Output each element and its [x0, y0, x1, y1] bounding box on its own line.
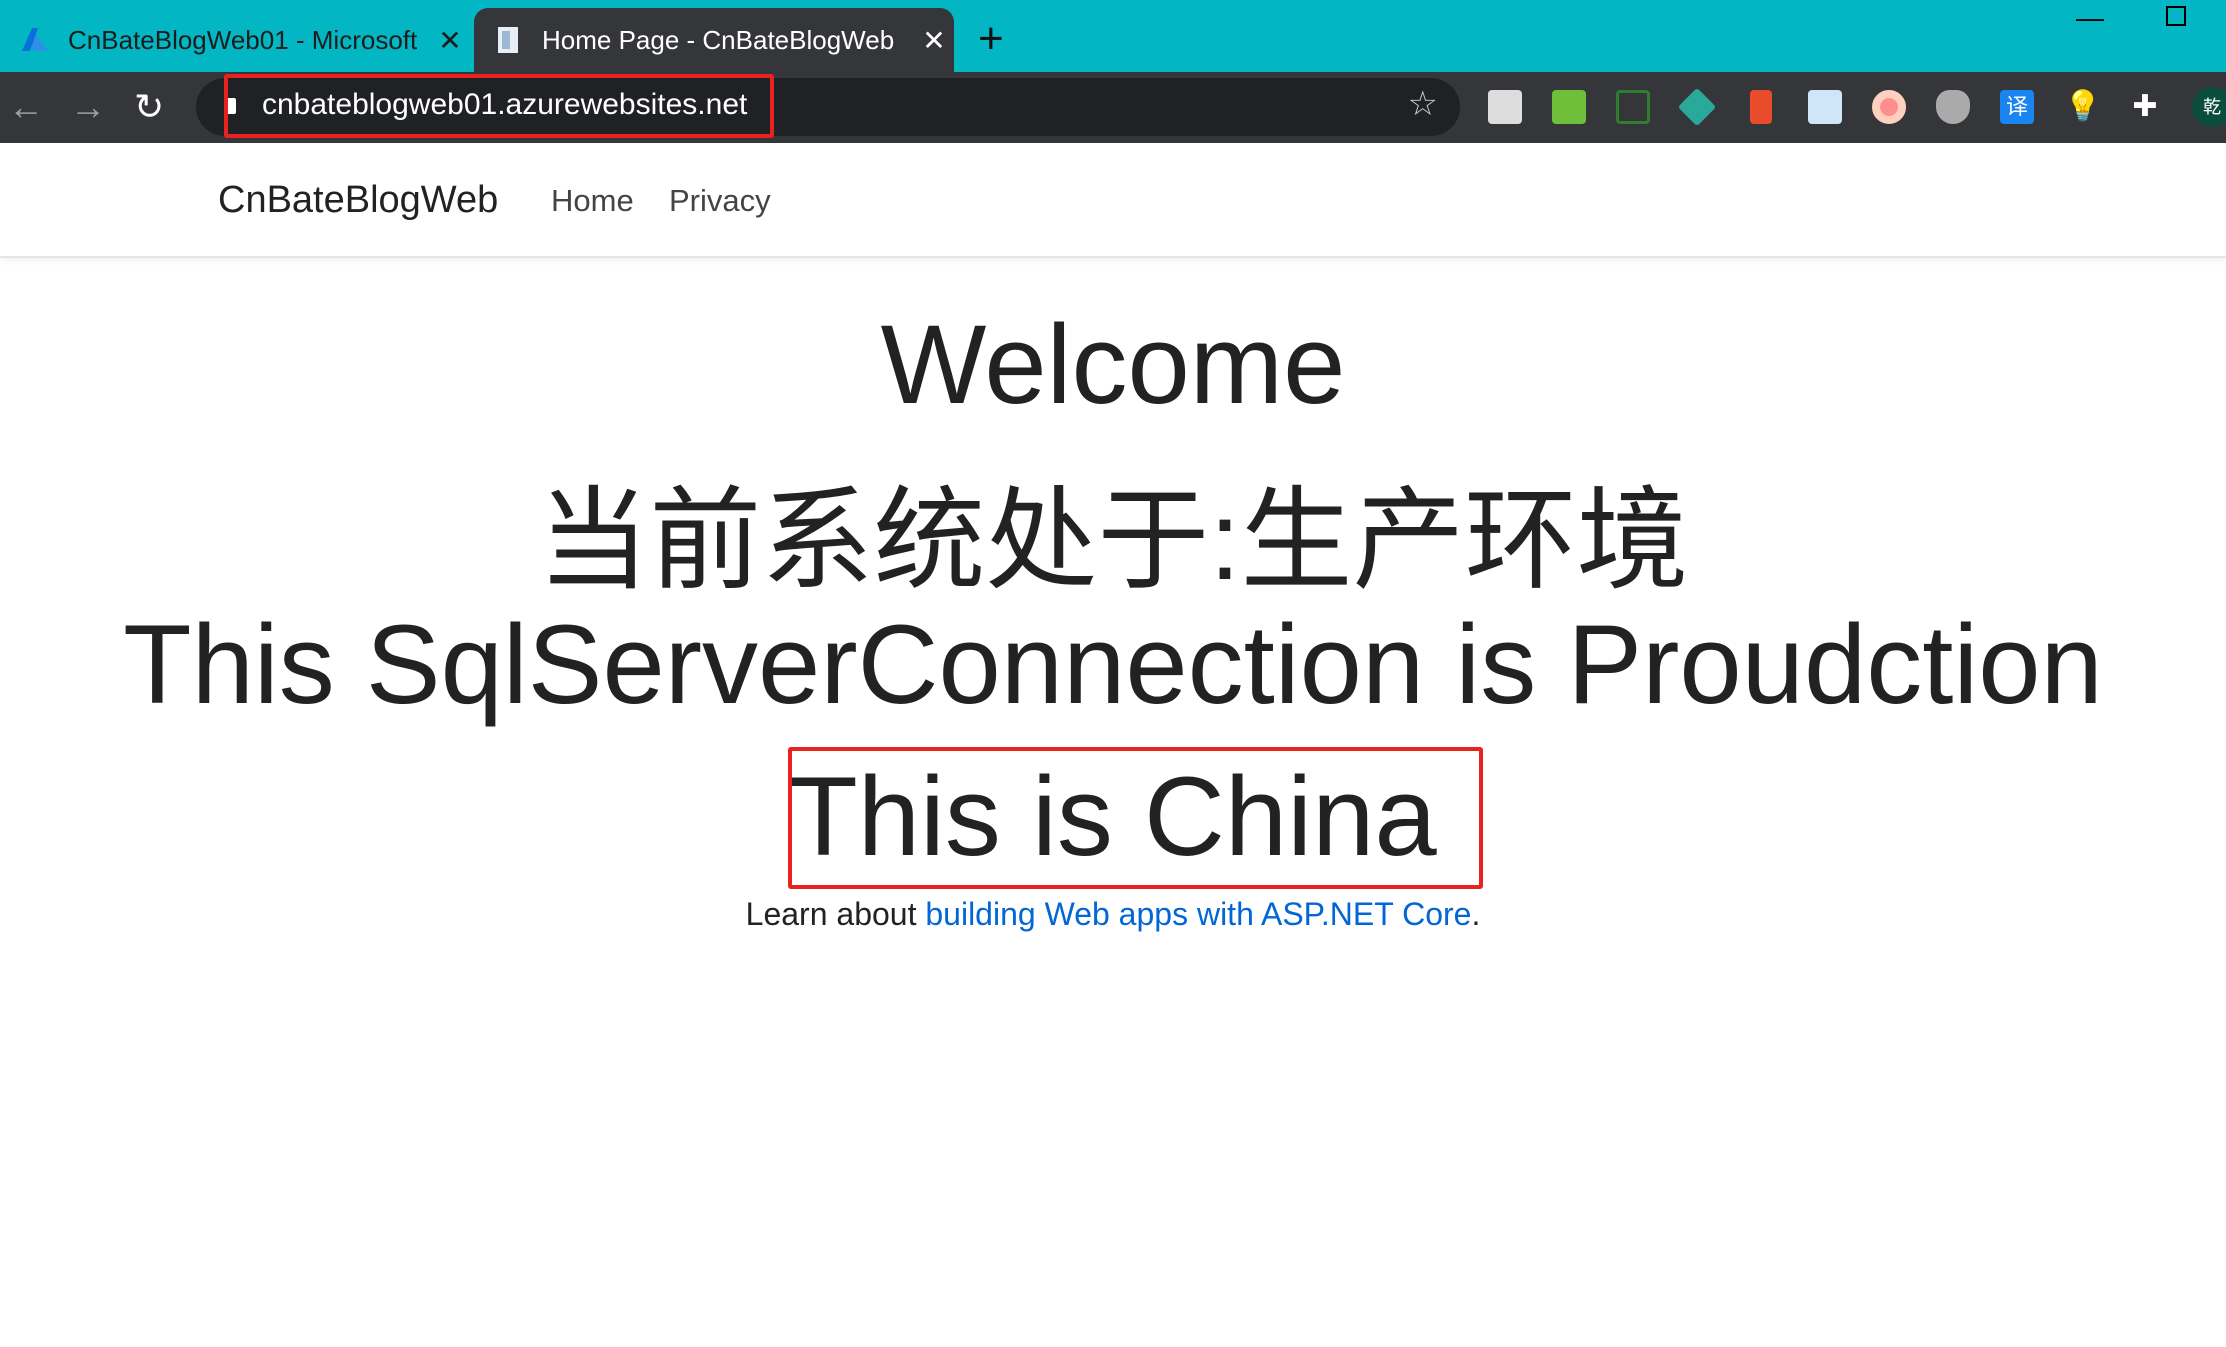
translate-icon[interactable]: 译: [2000, 90, 2034, 124]
region-highlight-box: [788, 747, 1483, 889]
bookmark-star-icon[interactable]: ☆: [1408, 84, 1438, 124]
circle-extension-icon[interactable]: [1872, 90, 1906, 124]
reload-button[interactable]: ↻: [134, 86, 164, 128]
learn-suffix: .: [1471, 896, 1481, 932]
nav-home-link[interactable]: Home: [551, 183, 634, 219]
nav-privacy-link[interactable]: Privacy: [669, 183, 771, 219]
ghostery-icon[interactable]: [1488, 90, 1522, 124]
lighthouse-icon[interactable]: [1750, 90, 1772, 124]
tab-home-page[interactable]: Home Page - CnBateBlogWeb ✕: [474, 8, 954, 72]
close-tab-icon[interactable]: ✕: [914, 24, 954, 57]
back-button[interactable]: ←: [8, 86, 44, 128]
connection-heading: This SqlServerConnection is Proudction: [123, 602, 2103, 727]
profile-avatar[interactable]: 乾: [2192, 87, 2226, 127]
extensions-puzzle-icon[interactable]: ✚: [2128, 90, 2162, 124]
learn-about-text: Learn about building Web apps with ASP.N…: [0, 896, 2226, 933]
learn-prefix: Learn about: [745, 896, 926, 932]
maximize-button[interactable]: [2166, 6, 2186, 26]
tab-strip: CnBateBlogWeb01 - Microsoft ✕ Home Page …: [0, 0, 2226, 72]
site-navbar: CnBateBlogWeb Home Privacy: [0, 143, 2226, 258]
site-brand-link[interactable]: CnBateBlogWeb: [218, 179, 498, 222]
minimize-button[interactable]: —: [2076, 2, 2104, 34]
tab-title: Home Page - CnBateBlogWeb: [542, 24, 895, 55]
browser-toolbar: ← → ↻ cnbateblogweb01.azurewebsites.net …: [0, 72, 2226, 143]
tab-azure-portal[interactable]: CnBateBlogWeb01 - Microsoft ✕: [0, 8, 470, 72]
screenshot-icon[interactable]: [1616, 90, 1650, 124]
reader-icon[interactable]: [1808, 90, 1842, 124]
page-icon: [494, 25, 524, 55]
new-tab-button[interactable]: +: [978, 14, 1004, 64]
welcome-heading: Welcome: [880, 302, 1346, 427]
url-highlight-box: [224, 74, 774, 138]
tab-title: CnBateBlogWeb01 - Microsoft: [68, 24, 418, 55]
environment-heading: 当前系统处于:生产环境: [537, 478, 1689, 603]
diamond-extension-icon[interactable]: [1677, 87, 1717, 127]
azure-icon: [20, 25, 50, 55]
forward-button[interactable]: →: [70, 86, 106, 128]
lightbulb-icon[interactable]: 💡: [2064, 90, 2101, 124]
aspnet-docs-link[interactable]: building Web apps with ASP.NET Core: [925, 896, 1471, 932]
close-tab-icon[interactable]: ✕: [430, 24, 470, 57]
grid-extension-icon[interactable]: [1552, 90, 1586, 124]
bowl-extension-icon[interactable]: [1936, 90, 1970, 124]
